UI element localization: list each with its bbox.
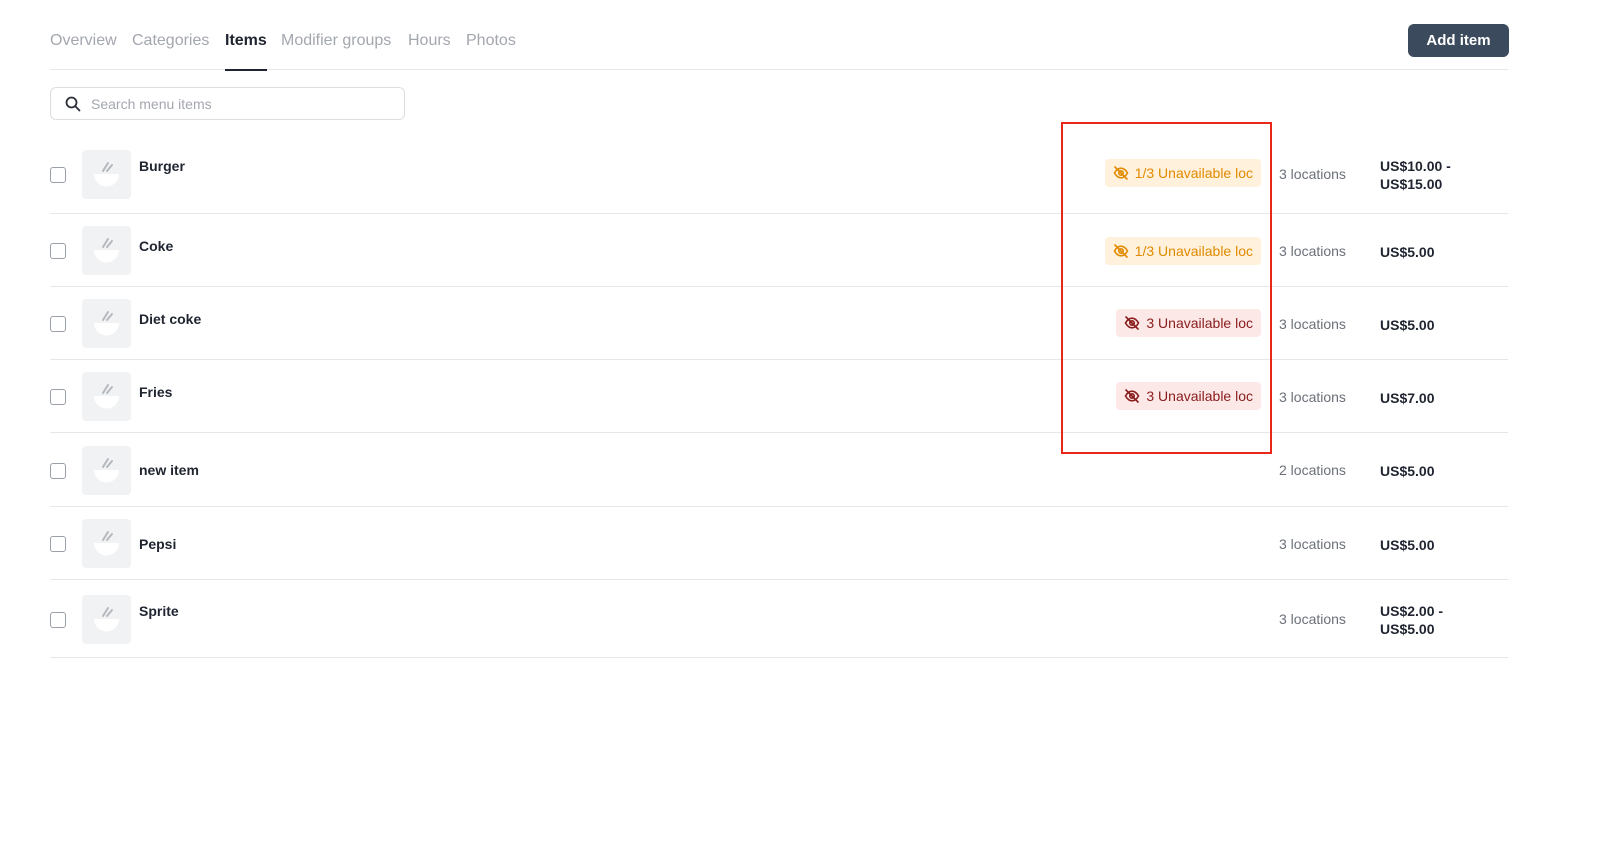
item-thumbnail: [82, 446, 131, 495]
table-row: Diet coke 3 Unavailable loc 3 locations …: [50, 287, 1508, 360]
item-price: US$7.00: [1380, 389, 1490, 407]
bowl-chopsticks-icon: [94, 458, 119, 483]
bowl-chopsticks-icon: [94, 384, 119, 409]
item-locations: 3 locations: [1279, 389, 1346, 405]
search-box: [50, 87, 405, 120]
item-price: US$5.00: [1380, 316, 1490, 334]
item-price: US$10.00 - US$15.00: [1380, 157, 1490, 193]
table-row: new item 2 locations US$5.00: [50, 433, 1508, 507]
tab-overview[interactable]: Overview: [50, 28, 117, 70]
price-line: US$5.00: [1380, 317, 1435, 333]
badge-label: 1/3 Unavailable loc: [1134, 243, 1253, 259]
item-locations: 3 locations: [1279, 611, 1346, 627]
item-locations: 2 locations: [1279, 462, 1346, 478]
eye-off-icon: [1124, 389, 1140, 403]
tab-photos[interactable]: Photos: [466, 28, 516, 70]
item-thumbnail: [82, 519, 131, 568]
row-checkbox[interactable]: [50, 463, 66, 479]
bowl-chopsticks-icon: [94, 238, 119, 263]
price-line: US$2.00 -: [1380, 603, 1444, 619]
item-name[interactable]: Sprite: [139, 603, 179, 619]
table-row: Sprite 3 locations US$2.00 - US$5.00: [50, 580, 1508, 658]
item-locations: 3 locations: [1279, 536, 1346, 552]
item-locations: 3 locations: [1279, 166, 1346, 182]
bowl-chopsticks-icon: [94, 607, 119, 632]
item-thumbnail: [82, 372, 131, 421]
price-line: US$10.00 -: [1380, 158, 1451, 174]
price-line: US$5.00: [1380, 537, 1435, 553]
row-checkbox[interactable]: [50, 389, 66, 405]
tab-categories[interactable]: Categories: [132, 28, 209, 70]
tab-items[interactable]: Items: [225, 28, 267, 71]
price-line: US$5.00: [1380, 463, 1435, 479]
table-row: Burger 1/3 Unavailable loc 3 locations U…: [50, 135, 1508, 214]
table-row: Fries 3 Unavailable loc 3 locations US$7…: [50, 360, 1508, 433]
price-line: US$5.00: [1380, 621, 1435, 637]
badge-label: 3 Unavailable loc: [1146, 388, 1253, 404]
row-checkbox[interactable]: [50, 167, 66, 183]
item-price: US$2.00 - US$5.00: [1380, 602, 1490, 638]
unavailable-badge[interactable]: 1/3 Unavailable loc: [1104, 159, 1261, 187]
price-line: US$5.00: [1380, 244, 1435, 260]
badge-label: 1/3 Unavailable loc: [1134, 165, 1253, 181]
table-row: Pepsi 3 locations US$5.00: [50, 507, 1508, 580]
badge-label: 3 Unavailable loc: [1146, 315, 1253, 331]
price-line: US$15.00: [1380, 176, 1443, 192]
item-name[interactable]: Diet coke: [139, 311, 201, 327]
search-input[interactable]: [91, 94, 391, 114]
eye-off-icon: [1113, 166, 1129, 180]
bowl-chopsticks-icon: [94, 531, 119, 556]
item-name[interactable]: Coke: [139, 238, 173, 254]
table-row: Coke 1/3 Unavailable loc 3 locations US$…: [50, 214, 1508, 287]
unavailable-badge[interactable]: 1/3 Unavailable loc: [1104, 237, 1261, 265]
item-thumbnail: [82, 226, 131, 275]
eye-off-icon: [1124, 316, 1140, 330]
row-checkbox[interactable]: [50, 316, 66, 332]
unavailable-badge[interactable]: 3 Unavailable loc: [1116, 382, 1261, 410]
menu-tabs: Overview Categories Items Modifier group…: [50, 22, 1508, 71]
item-name[interactable]: Pepsi: [139, 536, 176, 552]
item-thumbnail: [82, 595, 131, 644]
item-thumbnail: [82, 299, 131, 348]
item-price: US$5.00: [1380, 243, 1490, 261]
price-line: US$7.00: [1380, 390, 1435, 406]
item-thumbnail: [82, 150, 131, 199]
item-name[interactable]: new item: [139, 462, 199, 478]
eye-off-icon: [1113, 244, 1129, 258]
item-price: US$5.00: [1380, 536, 1490, 554]
item-locations: 3 locations: [1279, 316, 1346, 332]
add-item-button[interactable]: Add item: [1408, 24, 1509, 57]
tab-modifier-groups[interactable]: Modifier groups: [281, 28, 391, 70]
menu-items-page: Overview Categories Items Modifier group…: [0, 0, 1610, 852]
item-name[interactable]: Burger: [139, 158, 185, 174]
tab-hours[interactable]: Hours: [408, 28, 451, 70]
bowl-chopsticks-icon: [94, 311, 119, 336]
item-name[interactable]: Fries: [139, 384, 172, 400]
bowl-chopsticks-icon: [94, 162, 119, 187]
row-checkbox[interactable]: [50, 612, 66, 628]
row-checkbox[interactable]: [50, 536, 66, 552]
row-checkbox[interactable]: [50, 243, 66, 259]
item-locations: 3 locations: [1279, 243, 1346, 259]
unavailable-badge[interactable]: 3 Unavailable loc: [1116, 309, 1261, 337]
item-price: US$5.00: [1380, 462, 1490, 480]
search-icon: [65, 96, 81, 112]
